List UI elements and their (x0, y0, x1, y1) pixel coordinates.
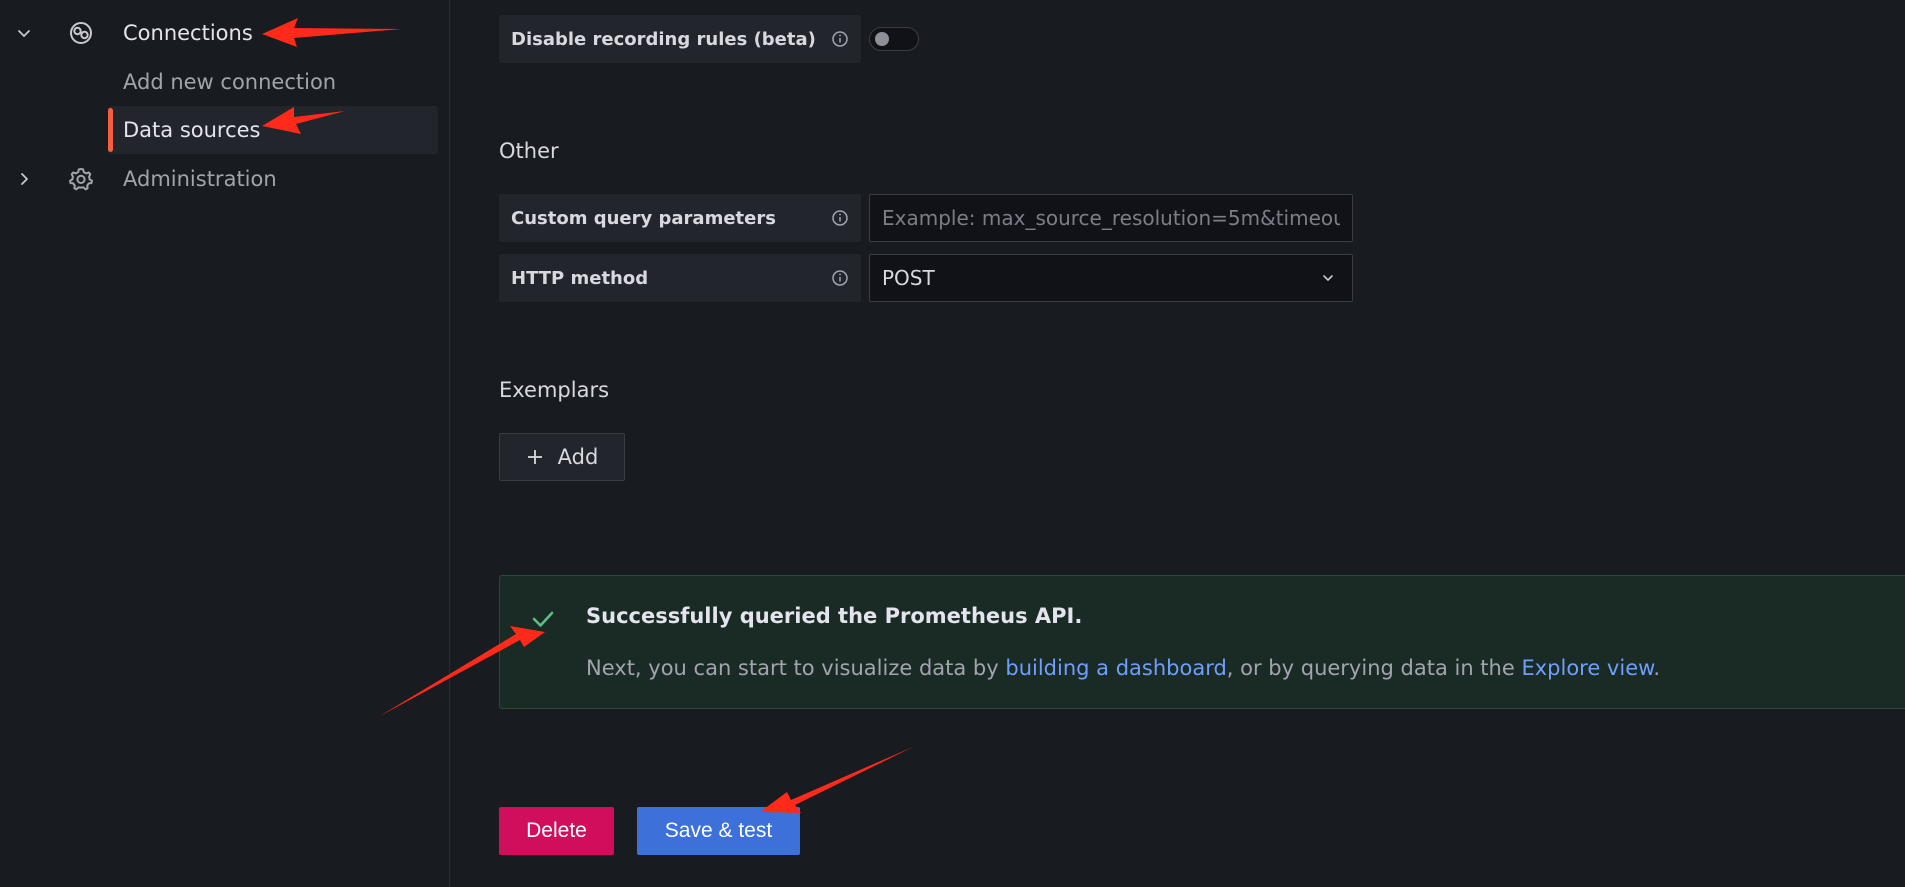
save-test-button[interactable]: Save & test (637, 807, 800, 855)
custom-query-label: Custom query parameters (499, 194, 861, 242)
field-label-text: Disable recording rules (beta) (511, 28, 816, 50)
info-icon[interactable] (831, 30, 849, 48)
chevron-right-icon[interactable] (14, 169, 34, 189)
select-value: POST (882, 266, 935, 290)
sidebar-item-label: Administration (123, 167, 277, 191)
recording-rules-field: Disable recording rules (beta) (499, 15, 919, 63)
recording-rules-label: Disable recording rules (beta) (499, 15, 861, 63)
http-method-field: HTTP method POST (499, 254, 1353, 302)
connections-icon (66, 18, 96, 48)
alert-title: Successfully queried the Prometheus API. (586, 604, 1083, 628)
section-title-exemplars: Exemplars (499, 378, 610, 402)
info-icon[interactable] (831, 269, 849, 287)
toggle-knob (875, 32, 889, 46)
alert-body-text: . (1653, 656, 1661, 680)
active-indicator (108, 108, 113, 152)
add-exemplar-button[interactable]: Add (499, 433, 625, 481)
custom-query-input[interactable] (869, 194, 1353, 242)
gear-icon (66, 164, 96, 194)
check-icon (532, 611, 554, 627)
sidebar-item-connections[interactable]: Connections (0, 14, 440, 52)
building-dashboard-link[interactable]: building a dashboard (1005, 656, 1226, 680)
field-label-text: Custom query parameters (511, 207, 776, 229)
field-label-text: HTTP method (511, 267, 649, 289)
sidebar-item-administration[interactable]: Administration (0, 160, 440, 198)
datasource-settings-main: Disable recording rules (beta) Other Cus… (451, 0, 1905, 887)
sidebar-item-label: Add new connection (123, 70, 337, 94)
http-method-label: HTTP method (499, 254, 861, 302)
sidebar-item-label: Data sources (123, 118, 261, 142)
alert-body-text: Next, you can start to visualize data by (586, 656, 1006, 680)
recording-rules-toggle[interactable] (869, 27, 919, 51)
alert-body: Next, you can start to visualize data by… (586, 656, 1660, 680)
chevron-down-icon (1323, 275, 1333, 281)
sidebar-item-add-new-connection[interactable]: Add new connection (0, 62, 440, 102)
sidebar-item-data-sources[interactable]: Data sources (108, 106, 438, 154)
chevron-down-icon[interactable] (14, 23, 34, 43)
plus-icon (527, 450, 542, 464)
alert-body-text: , or by querying data in the (1226, 656, 1522, 680)
add-button-label: Add (557, 445, 599, 469)
http-method-select[interactable]: POST (869, 254, 1353, 302)
sidebar-item-label: Connections (123, 21, 253, 45)
custom-query-field: Custom query parameters (499, 194, 1353, 242)
info-icon[interactable] (831, 209, 849, 227)
section-title-other: Other (499, 139, 559, 163)
delete-button[interactable]: Delete (499, 807, 614, 855)
explore-view-link[interactable]: Explore view (1521, 656, 1653, 680)
sidebar-nav: Connections Add new connection Data sour… (0, 0, 450, 887)
success-alert: Successfully queried the Prometheus API.… (499, 575, 1905, 709)
